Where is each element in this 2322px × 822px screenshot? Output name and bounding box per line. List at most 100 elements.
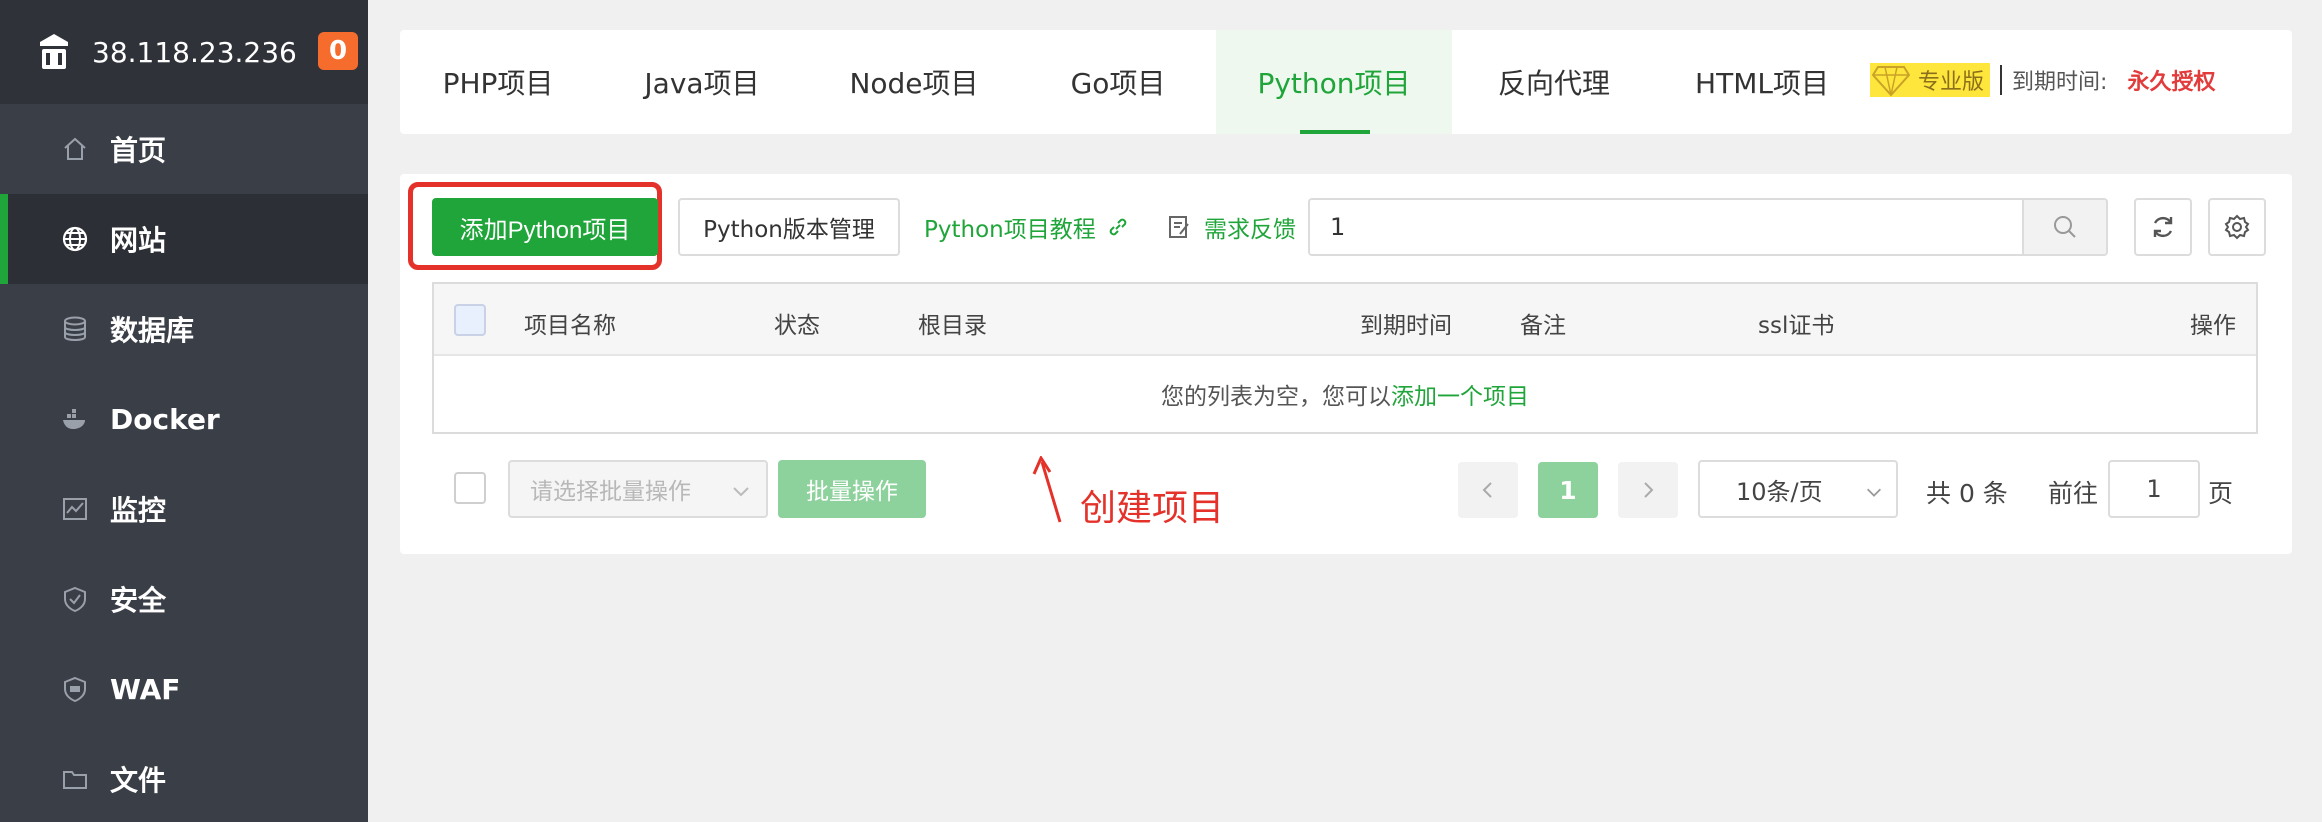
license-info: 专业版 到期时间: 永久授权	[1870, 60, 2215, 100]
project-table: 项目名称 状态 根目录 到期时间 备注 ssl证书 操作 您的列表为空，您可以添…	[432, 282, 2258, 434]
annotation-text: 创建项目	[1080, 488, 1225, 529]
sidebar-item-waf[interactable]: WAF	[0, 644, 368, 734]
sidebar-item-label: 网站	[110, 224, 167, 257]
goto-page-input[interactable]	[2108, 460, 2200, 518]
sidebar-item-docker[interactable]: Docker	[0, 374, 368, 464]
sidebar-item-label: 安全	[110, 584, 167, 617]
sidebar: 38.118.23.236 0 首页 网站 数据库 Docker 监控 安全 W…	[0, 0, 368, 822]
docker-icon	[60, 404, 90, 434]
python-version-button[interactable]: Python版本管理	[678, 198, 900, 256]
chevron-down-icon	[1866, 488, 1882, 497]
column-header[interactable]: 根目录	[918, 306, 987, 340]
settings-button[interactable]	[2208, 198, 2266, 256]
feedback-link[interactable]: 需求反馈	[1166, 210, 1296, 244]
page-size-label: 10条/页	[1736, 477, 1823, 506]
search-box	[1308, 198, 2108, 256]
tab-label: Node项目	[849, 67, 979, 100]
folder-icon	[60, 764, 90, 794]
batch-operation-button[interactable]: 批量操作	[778, 460, 926, 518]
tab-label: Python项目	[1257, 67, 1411, 100]
database-icon	[60, 314, 90, 344]
gear-icon	[2224, 214, 2250, 240]
batch-select-placeholder: 请选择批量操作	[530, 479, 691, 505]
chevron-down-icon	[733, 487, 749, 497]
sidebar-item-security[interactable]: 安全	[0, 554, 368, 644]
tab-label: PHP项目	[442, 67, 554, 100]
tab-php[interactable]: PHP项目	[400, 30, 596, 134]
column-header[interactable]: ssl证书	[1758, 306, 1834, 340]
divider	[2000, 65, 2003, 95]
monitor-icon	[60, 494, 90, 524]
waf-shield-icon	[60, 674, 90, 704]
sidebar-item-home[interactable]: 首页	[0, 104, 368, 194]
prev-page-button[interactable]	[1458, 462, 1518, 518]
expire-label: 到期时间:	[2012, 70, 2108, 95]
globe-icon	[60, 224, 90, 254]
chevron-right-icon	[1644, 482, 1654, 498]
select-all-checkbox[interactable]	[454, 304, 486, 336]
empty-state: 您的列表为空，您可以 添加一个项目	[434, 356, 2256, 432]
sidebar-item-label: 数据库	[110, 314, 195, 347]
column-header: 操作	[2190, 313, 2236, 339]
sidebar-item-label: WAF	[110, 672, 181, 706]
edition-label: 专业版	[1918, 70, 1985, 95]
tutorial-link-label: Python项目教程	[924, 217, 1096, 243]
page-size-select[interactable]: 10条/页	[1698, 460, 1898, 518]
tab-label: Go项目	[1070, 67, 1166, 100]
goto-label: 前往	[2048, 479, 2099, 508]
refresh-icon	[2153, 216, 2173, 238]
sidebar-item-database[interactable]: 数据库	[0, 284, 368, 374]
pro-edition-badge[interactable]: 专业版	[1870, 63, 1991, 97]
tab-html[interactable]: HTML项目	[1656, 30, 1868, 134]
tutorial-link[interactable]: Python项目教程	[924, 210, 1130, 244]
refresh-button[interactable]	[2134, 198, 2192, 256]
add-project-link[interactable]: 添加一个项目	[1391, 377, 1529, 411]
sidebar-header: 38.118.23.236 0	[0, 0, 368, 104]
sidebar-item-label: 监控	[110, 494, 167, 527]
search-icon	[2054, 216, 2076, 238]
link-icon	[1109, 218, 1127, 236]
notification-badge[interactable]: 0	[318, 32, 358, 70]
search-input[interactable]	[1310, 200, 2022, 254]
shield-icon	[60, 584, 90, 614]
diamond-icon	[1872, 66, 1910, 97]
expire-value: 永久授权	[2127, 70, 2216, 95]
bulk-select-checkbox[interactable]	[454, 472, 486, 504]
annotation-arrow	[1032, 456, 1062, 523]
tab-reverse-proxy[interactable]: 反向代理	[1452, 30, 1656, 134]
empty-text: 您的列表为空，您可以	[1161, 384, 1391, 410]
current-page[interactable]: 1	[1538, 462, 1598, 518]
project-type-tabs: PHP项目 Java项目 Node项目 Go项目 Python项目 反向代理 H…	[400, 30, 2292, 134]
tab-python[interactable]: Python项目	[1216, 30, 1452, 134]
column-header[interactable]: 项目名称	[524, 306, 616, 340]
server-logo-icon	[40, 34, 68, 69]
column-header[interactable]: 状态	[774, 306, 820, 340]
next-page-button[interactable]	[1618, 462, 1678, 518]
tab-node[interactable]: Node项目	[808, 30, 1020, 134]
search-button[interactable]	[2022, 200, 2106, 254]
column-header[interactable]: 到期时间	[1360, 306, 1452, 340]
home-icon	[60, 134, 90, 164]
tab-java[interactable]: Java项目	[596, 30, 808, 134]
tab-label: HTML项目	[1695, 67, 1829, 100]
sidebar-item-label: 文件	[110, 764, 167, 797]
edit-note-icon	[1169, 216, 1189, 238]
page-unit-label: 页	[2208, 479, 2234, 508]
tab-label: Java项目	[644, 67, 760, 100]
column-header[interactable]: 备注	[1520, 306, 1566, 340]
tab-label: 反向代理	[1497, 67, 1610, 100]
table-header: 项目名称 状态 根目录 到期时间 备注 ssl证书 操作	[434, 284, 2256, 356]
project-panel: 添加Python项目 Python版本管理 Python项目教程 需求反馈 项目…	[400, 174, 2292, 554]
feedback-link-label: 需求反馈	[1204, 217, 1296, 243]
sidebar-item-website[interactable]: 网站	[0, 194, 368, 284]
add-python-project-button[interactable]: 添加Python项目	[432, 198, 658, 256]
total-count: 共 0 条	[1926, 479, 2008, 508]
sidebar-item-label: 首页	[110, 134, 167, 167]
server-ip: 38.118.23.236	[92, 35, 297, 69]
sidebar-item-label: Docker	[110, 402, 220, 436]
sidebar-item-files[interactable]: 文件	[0, 734, 368, 822]
sidebar-item-monitor[interactable]: 监控	[0, 464, 368, 554]
chevron-left-icon	[1482, 482, 1492, 498]
batch-operation-select[interactable]: 请选择批量操作	[508, 460, 768, 518]
tab-go[interactable]: Go项目	[1020, 30, 1216, 134]
